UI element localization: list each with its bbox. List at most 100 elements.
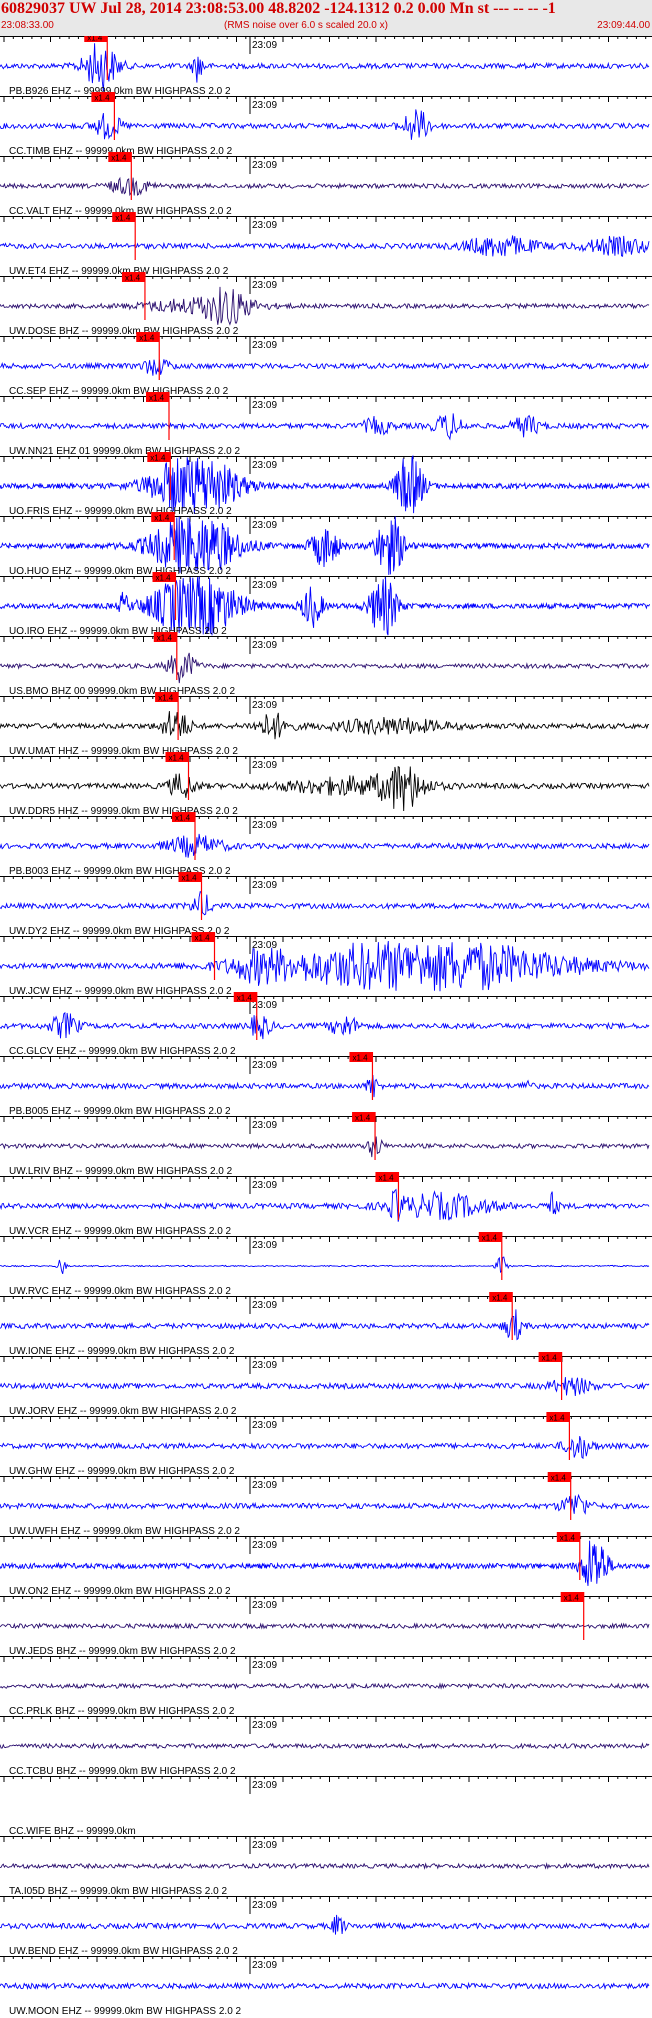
waveform-trace xyxy=(0,1493,650,1515)
minute-label: 23:09 xyxy=(252,400,277,411)
minute-label: 23:09 xyxy=(252,580,277,591)
waveform-trace xyxy=(0,286,650,326)
trace-panel: 23:09 UW.DDR5 HHZ -- 99999.0km BW HIGHPAS… xyxy=(0,752,652,817)
pick-label: x1.4 xyxy=(237,994,253,1003)
pick-label: x1.4 xyxy=(560,1534,576,1543)
trace-panel: 23:09 UW.UWFH EHZ -- 99999.0km BW HIGHPAS… xyxy=(0,1472,652,1537)
trace-panel: 23:09 CC.SEP EHZ -- 99999.0km BW HIGHPASS… xyxy=(0,332,652,397)
trace-panel: 23:09 CC.TCBU BHZ -- 99999.0km BW HIGHPAS… xyxy=(0,1716,652,1777)
minute-label: 23:09 xyxy=(252,880,277,891)
pick-label: x1.4 xyxy=(157,634,173,643)
trace-panel: 23:09 UO.IRO EHZ -- 99999.0km BW HIGHPASS… xyxy=(0,572,652,637)
waveform-trace xyxy=(0,43,650,92)
trace-panel: 23:09 TA.I05D BHZ -- 99999.0km BW HIGHPAS… xyxy=(0,1836,652,1897)
pick-label: x1.4 xyxy=(94,94,110,103)
station-label: PB.B926 EHZ -- 99999.0km BW HIGHPASS 2.0… xyxy=(9,86,231,97)
trace-panel: 23:09 UW.ON2 EHZ -- 99999.0km BW HIGHPASS… xyxy=(0,1532,652,1597)
station-label: UW.UWFH EHZ -- 99999.0km BW HIGHPASS 2.0… xyxy=(9,1526,240,1537)
minute-label: 23:09 xyxy=(252,1240,277,1251)
waveform-trace xyxy=(0,413,650,441)
trace-panel: 23:09 PB.B005 EHZ -- 99999.0km BW HIGHPAS… xyxy=(0,1052,652,1117)
waveform-trace xyxy=(0,1309,650,1341)
station-label: PB.B005 EHZ -- 99999.0km BW HIGHPASS 2.0… xyxy=(9,1106,231,1117)
waveform-trace xyxy=(0,940,650,992)
station-label: UW.ON2 EHZ -- 99999.0km BW HIGHPASS 2.0 … xyxy=(9,1586,231,1597)
minute-label: 23:09 xyxy=(252,280,277,291)
header-bar: 60829037 UW Jul 28, 2014 23:08:53.00 48.… xyxy=(0,0,652,36)
waveform-trace xyxy=(0,652,650,684)
waveform-trace xyxy=(0,765,650,812)
pick-label: x1.4 xyxy=(378,1174,394,1183)
station-label: CC.GLCV EHZ -- 99999.0km BW HIGHPASS 2.0… xyxy=(9,1046,236,1057)
station-label: UW.NN21 EHZ 01 99999.0km BW HIGHPASS 2.0… xyxy=(9,446,240,457)
trace-panel: 23:09 UW.UMAT HHZ -- 99999.0km BW HIGHPAS… xyxy=(0,692,652,757)
pick-label: x1.4 xyxy=(551,1474,567,1483)
waveform-trace xyxy=(0,1074,650,1098)
pick-label: x1.4 xyxy=(149,394,165,403)
trace-panel: 23:09 UO.HUO EHZ -- 99999.0km BW HIGHPASS… xyxy=(0,512,652,577)
pick-label: x1.4 xyxy=(492,1294,508,1303)
waveform-trace xyxy=(0,1862,650,1870)
pick-label: x1.4 xyxy=(169,754,185,763)
waveform-trace xyxy=(0,1742,650,1750)
station-label: UW.DDR5 HHZ -- 99999.0km BW HIGHPASS 2.0… xyxy=(9,806,238,817)
station-label: CC.TCBU BHZ -- 99999.0km BW HIGHPASS 2.0… xyxy=(9,1766,236,1777)
minute-label: 23:09 xyxy=(252,1120,277,1131)
station-label: UW.BEND EHZ -- 99999.0km BW HIGHPASS 2.0… xyxy=(9,1946,238,1957)
station-label: UW.UMAT HHZ -- 99999.0km BW HIGHPASS 2.0… xyxy=(9,746,238,757)
station-label: UW.JEDS BHZ -- 99999.0km BW HIGHPASS 2.0… xyxy=(9,1646,236,1657)
pick-label: x1.4 xyxy=(139,334,155,343)
pick-label: x1.4 xyxy=(195,934,211,943)
minute-label: 23:09 xyxy=(252,520,277,531)
waveform-trace xyxy=(0,1981,650,1991)
pick-label: x1.4 xyxy=(115,214,131,223)
waveform-trace xyxy=(0,891,650,916)
pick-label: x1.4 xyxy=(154,514,170,523)
waveform-trace xyxy=(0,1011,650,1040)
minute-label: 23:09 xyxy=(252,40,277,51)
trace-panel: 23:09 UW.BEND EHZ -- 99999.0km BW HIGHPAS… xyxy=(0,1896,652,1957)
pick-label: x1.4 xyxy=(542,1354,558,1363)
pick-label: x1.4 xyxy=(564,1594,580,1603)
waveform-trace xyxy=(0,833,650,858)
start-time: 23:08:33.00 xyxy=(1,20,54,31)
minute-label: 23:09 xyxy=(252,1360,277,1371)
station-label: UO.FRIS EHZ -- 99999.0km BW HIGHPASS 2.0… xyxy=(9,506,232,517)
station-label: CC.PRLK BHZ -- 99999.0km BW HIGHPASS 2.0… xyxy=(9,1706,235,1717)
station-label: UW.ET4 EHZ -- 99999.0km BW HIGHPASS 2.0 … xyxy=(9,266,229,277)
station-label: UW.JORV EHZ -- 99999.0km BW HIGHPASS 2.0… xyxy=(9,1406,237,1417)
station-label: TA.I05D BHZ -- 99999.0km BW HIGHPASS 2.0… xyxy=(9,1886,227,1897)
minute-label: 23:09 xyxy=(252,1180,277,1191)
pick-label: x1.4 xyxy=(111,154,127,163)
station-label: UW.IONE EHZ -- 99999.0km BW HIGHPASS 2.0… xyxy=(9,1346,235,1357)
event-title: 60829037 UW Jul 28, 2014 23:08:53.00 48.… xyxy=(1,0,556,17)
minute-label: 23:09 xyxy=(252,340,277,351)
trace-panel: 23:09 CC.WIFE BHZ -- 99999.0km xyxy=(0,1776,652,1837)
minute-label: 23:09 xyxy=(252,1720,277,1731)
pick-label: x1.4 xyxy=(175,814,191,823)
trace-panel: 23:09 UW.NN21 EHZ 01 99999.0km BW HIGHPAS… xyxy=(0,392,652,457)
minute-label: 23:09 xyxy=(252,1900,277,1911)
waveform-trace xyxy=(0,1540,650,1586)
trace-panel: 23:09 PB.B926 EHZ -- 99999.0km BW HIGHPAS… xyxy=(0,36,652,97)
trace-panel: 23:09UW.DY2 EHZ -- 99999.0km BW HIGHPASS… xyxy=(0,872,652,937)
station-label: UO.IRO EHZ -- 99999.0km BW HIGHPASS 2.0 … xyxy=(9,626,227,637)
trace-panel: 23:09 UW.JEDS BHZ -- 99999.0km BW HIGHPAS… xyxy=(0,1592,652,1657)
pick-label: x1.4 xyxy=(549,1414,565,1423)
pick-label: x1.4 xyxy=(125,274,141,283)
station-label: UO.HUO EHZ -- 99999.0km BW HIGHPASS 2.0 … xyxy=(9,566,232,577)
minute-label: 23:09 xyxy=(252,1960,277,1971)
trace-panel: 23:09 UW.IONE EHZ -- 99999.0km BW HIGHPAS… xyxy=(0,1292,652,1357)
minute-label: 23:09 xyxy=(252,820,277,831)
trace-panel: 23:09CC.GLCV EHZ -- 99999.0km BW HIGHPAS… xyxy=(0,992,652,1057)
trace-panel: 23:09 UW.ET4 EHZ -- 99999.0km BW HIGHPASS… xyxy=(0,212,652,277)
station-label: US.BMO BHZ 00 99999.0km BW HIGHPASS 2.0 … xyxy=(9,686,235,697)
trace-panel: 23:09 UW.MOON EHZ -- 99999.0km BW HIGHPAS… xyxy=(0,1956,652,2017)
station-label: UW.DOSE BHZ -- 99999.0km BW HIGHPASS 2.0… xyxy=(9,326,239,337)
waveform-trace xyxy=(0,711,650,740)
pick-label: x1.4 xyxy=(150,454,166,463)
minute-label: 23:09 xyxy=(252,1480,277,1491)
minute-label: 23:09 xyxy=(252,220,277,231)
seismogram-plot: 23:09 PB.B926 EHZ -- 99999.0km BW HIGHPAS… xyxy=(0,36,652,2017)
waveform-trace xyxy=(0,1682,650,1690)
